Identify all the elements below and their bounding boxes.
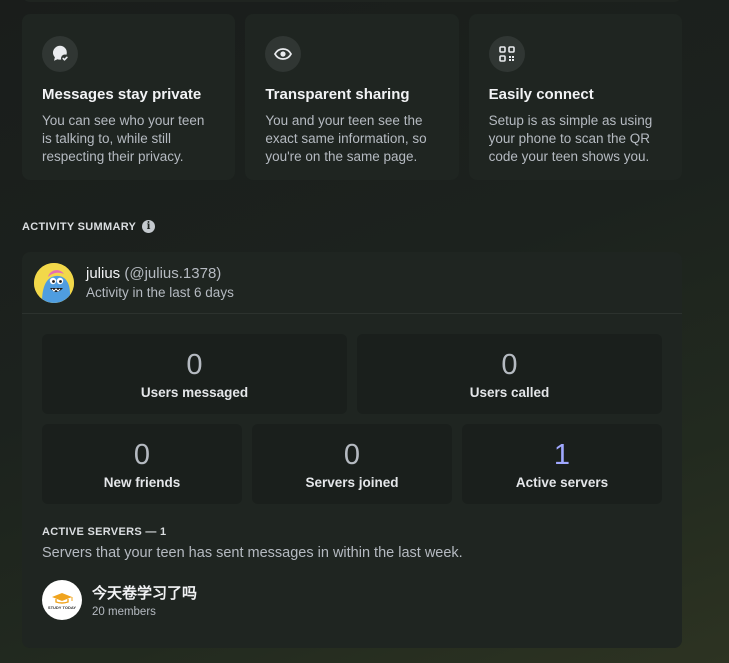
activity-summary-label: ACTIVITY SUMMARY i — [22, 220, 156, 233]
feature-title: Transparent sharing — [265, 86, 410, 103]
stat-users-called: 0 Users called — [357, 334, 662, 414]
user-header: julius (@julius.1378) Activity in the la… — [22, 252, 682, 314]
feature-card-connect: Easily connect Setup is as simple as usi… — [468, 14, 682, 180]
feature-description: You and your teen see the exact same inf… — [265, 113, 427, 164]
stat-label: Servers joined — [305, 474, 399, 490]
activity-summary-heading: ACTIVITY SUMMARY — [22, 220, 137, 233]
stat-label: Users called — [469, 384, 550, 400]
feature-card-transparency: Transparent sharing You and your teen se… — [245, 14, 459, 180]
server-list-item[interactable]: STUDY TODAY 今天卷学习了吗 20 members — [42, 580, 197, 620]
stat-value: 0 — [501, 348, 518, 381]
feature-description: Setup is as simple as using your phone t… — [488, 113, 653, 164]
user-name-line: julius (@julius.1378) — [86, 265, 234, 282]
feature-title: Easily connect — [488, 86, 594, 103]
stat-label: New friends — [103, 474, 181, 490]
stat-label: Users messaged — [140, 384, 249, 400]
eye-icon — [265, 36, 302, 72]
server-icon: STUDY TODAY — [42, 580, 82, 620]
server-info: 今天卷学习了吗 20 members — [92, 582, 197, 618]
stat-value: 1 — [553, 438, 571, 471]
server-member-count: 20 members — [92, 606, 156, 618]
user-name: julius — [86, 265, 121, 282]
server-name: 今天卷学习了吗 — [92, 585, 198, 602]
stat-label: Active servers — [515, 474, 609, 490]
stat-servers-joined: 0 Servers joined — [252, 424, 452, 504]
chat-check-icon — [42, 36, 78, 72]
previous-card-edge — [22, 0, 682, 2]
feature-card-privacy: Messages stay private You can see who yo… — [22, 14, 236, 180]
feature-cards: Messages stay private You can see who yo… — [22, 14, 682, 180]
stat-users-messaged: 0 Users messaged — [42, 334, 347, 414]
avatar[interactable] — [34, 262, 74, 303]
stat-value: 0 — [133, 438, 151, 471]
stat-new-friends: 0 New friends — [42, 424, 242, 504]
server-icon-text: STUDY TODAY — [47, 605, 77, 610]
stats-row: 0 New friends 0 Servers joined 1 Active … — [42, 424, 662, 504]
stats-grid: 0 Users messaged 0 Users called 0 New fr… — [22, 314, 682, 504]
user-info: julius (@julius.1378) Activity in the la… — [86, 265, 234, 300]
activity-summary-card: julius (@julius.1378) Activity in the la… — [22, 252, 682, 648]
stat-value: 0 — [343, 438, 361, 471]
user-handle: (@julius.1378) — [124, 265, 222, 282]
active-servers-heading: ACTIVE SERVERS — 1 — [42, 526, 167, 538]
info-icon[interactable]: i — [142, 220, 156, 233]
active-servers-description: Servers that your teen has sent messages… — [42, 545, 463, 561]
qr-code-icon — [488, 36, 525, 72]
stat-active-servers: 1 Active servers — [462, 424, 662, 504]
activity-period: Activity in the last 6 days — [86, 285, 234, 300]
feature-title: Messages stay private — [42, 86, 202, 103]
stats-row: 0 Users messaged 0 Users called — [42, 334, 662, 414]
feature-description: You can see who your teen is talking to,… — [42, 113, 205, 164]
stat-value: 0 — [186, 348, 203, 381]
